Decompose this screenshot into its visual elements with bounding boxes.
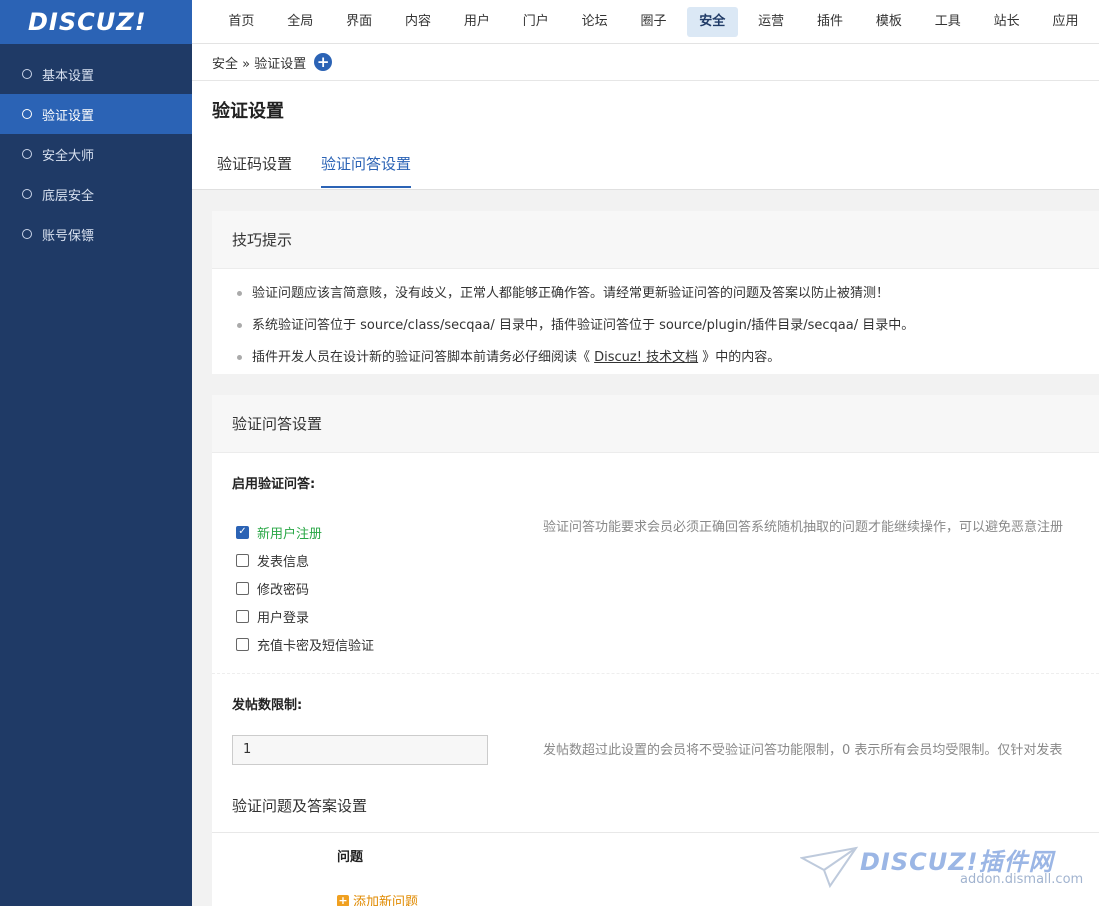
enable-qa-label: 启用验证问答: <box>232 477 316 492</box>
sidebar-item-label: 安全大师 <box>42 148 95 164</box>
tips-panel: 技巧提示 验证问题应该言简意赅，没有歧义，正常人都能够正确作答。请经常更新验证问… <box>212 211 1099 374</box>
option-label: 发表信息 <box>257 554 310 570</box>
logo-text: DISCUZ! <box>28 8 147 36</box>
checkbox-icon[interactable] <box>236 581 249 595</box>
tip-text: 插件开发人员在设计新的验证问答脚本前请务必仔细阅读《 <box>252 350 595 365</box>
option-label: 新用户注册 <box>257 526 323 542</box>
watermark: DISCUZ!插件网 addon.dismall.com <box>800 836 1090 896</box>
nav-item[interactable]: 工具 <box>922 7 973 37</box>
nav-item[interactable]: 应用 <box>1040 7 1091 37</box>
sidebar-item[interactable]: 账号保镖 <box>0 214 192 254</box>
side-menu: 基本设置验证设置安全大师底层安全账号保镖 <box>0 54 192 254</box>
tips-list: 验证问题应该言简意赅，没有歧义，正常人都能够正确作答。请经常更新验证问答的问题及… <box>212 269 1099 374</box>
discuz-docs-link[interactable]: Discuz! 技术文档 <box>594 350 698 365</box>
sidebar-item-label: 基本设置 <box>42 68 95 84</box>
sidebar: DISCUZ! 基本设置验证设置安全大师底层安全账号保镖 <box>0 0 192 906</box>
option-label: 充值卡密及短信验证 <box>257 638 375 654</box>
tab-captcha-settings[interactable]: 验证码设置 <box>217 153 292 186</box>
nav-item[interactable]: 插件 <box>805 7 856 37</box>
add-icon: + <box>337 894 349 906</box>
add-question-button[interactable]: + 添加新问题 <box>337 891 418 906</box>
sidebar-item[interactable]: 验证设置 <box>0 94 192 134</box>
sidebar-item-label: 验证设置 <box>42 108 95 124</box>
sidebar-item-label: 底层安全 <box>42 188 95 204</box>
nav-item[interactable]: 运营 <box>746 7 797 37</box>
nav-item[interactable]: 站长 <box>981 7 1032 37</box>
post-limit-input[interactable]: 1 <box>232 735 488 765</box>
sidebar-item[interactable]: 底层安全 <box>0 174 192 214</box>
post-limit-desc: 发帖数超过此设置的会员将不受验证问答功能限制，0 表示所有会员均受限制。仅针对发… <box>543 743 1063 758</box>
nav-item[interactable]: 用户 <box>451 7 502 37</box>
sidebar-item-label: 账号保镖 <box>42 228 95 244</box>
watermark-site: addon.dismall.com <box>960 872 1084 887</box>
divider <box>212 832 1099 833</box>
circle-icon <box>22 149 32 159</box>
qa-answers-title: 验证问题及答案设置 <box>232 797 368 815</box>
add-question-label: 添加新问题 <box>353 895 419 906</box>
add-shortcut-icon[interactable]: + <box>314 53 333 71</box>
top-nav: 首页 全局 界面 内容 用户 门户 论坛 圈子 安全 运营 插件 模板 工具 站长 应用 <box>192 0 1099 44</box>
nav-item[interactable]: 界面 <box>334 7 385 37</box>
sidebar-item[interactable]: 安全大师 <box>0 134 192 174</box>
option-checkbox[interactable]: ✓ 新用户注册 <box>236 522 322 542</box>
tip-item: 系统验证问答位于 source/class/secqaa/ 目录中，插件验证问答… <box>212 310 1099 342</box>
option-checkbox[interactable]: 充值卡密及短信验证 <box>236 634 374 654</box>
tip-item: 验证问题应该言简意赅，没有歧义，正常人都能够正确作答。请经常更新验证问答的问题及… <box>212 278 1099 310</box>
checkbox-icon[interactable] <box>236 553 249 567</box>
nav-item[interactable]: 论坛 <box>569 7 620 37</box>
option-checkbox[interactable]: 用户登录 <box>236 606 309 626</box>
tip-text: 》中的内容。 <box>698 350 781 365</box>
page-header: 验证设置 验证码设置 验证问答设置 <box>192 81 1099 190</box>
option-label: 用户登录 <box>257 610 310 626</box>
checkbox-checked-icon[interactable]: ✓ <box>236 525 249 539</box>
logo[interactable]: DISCUZ! <box>0 0 192 44</box>
circle-icon <box>22 229 32 239</box>
sidebar-item[interactable]: 基本设置 <box>0 54 192 94</box>
nav-item[interactable]: 全局 <box>275 7 326 37</box>
option-checkbox[interactable]: 发表信息 <box>236 550 309 570</box>
nav-item[interactable]: 圈子 <box>628 7 679 37</box>
nav-item[interactable]: 内容 <box>393 7 444 37</box>
qa-settings-title: 验证问答设置 <box>212 395 1099 453</box>
checkbox-icon[interactable] <box>236 609 249 623</box>
option-label: 修改密码 <box>257 582 310 598</box>
tips-title: 技巧提示 <box>212 211 1099 269</box>
qa-settings-panel: 验证问答设置 启用验证问答: 验证问答功能要求会员必须正确回答系统随机抽取的问题… <box>212 395 1099 906</box>
post-limit-label: 发帖数限制: <box>232 698 303 713</box>
question-column-header: 问题 <box>337 850 364 865</box>
tab-qa-settings[interactable]: 验证问答设置 <box>321 153 412 188</box>
checkbox-icon[interactable] <box>236 637 249 651</box>
tip-item: 插件开发人员在设计新的验证问答脚本前请务必仔细阅读《 Discuz! 技术文档 … <box>212 342 1099 374</box>
breadcrumb: 安全 » 验证设置 + <box>192 44 1099 81</box>
option-checkbox[interactable]: 修改密码 <box>236 578 309 598</box>
nav-item[interactable]: 安全 <box>686 6 738 37</box>
paper-plane-icon <box>800 846 859 889</box>
circle-icon <box>22 109 32 119</box>
breadcrumb-text: 安全 » 验证设置 <box>212 56 307 72</box>
circle-icon <box>22 69 32 79</box>
nav-item[interactable]: 门户 <box>510 7 561 37</box>
enable-qa-desc: 验证问答功能要求会员必须正确回答系统随机抽取的问题才能继续操作，可以避免恶意注册 <box>543 520 1064 535</box>
nav-item[interactable]: 首页 <box>216 7 267 37</box>
circle-icon <box>22 189 32 199</box>
divider <box>212 673 1099 674</box>
nav-item[interactable]: 模板 <box>863 7 914 37</box>
page-title: 验证设置 <box>212 101 284 122</box>
